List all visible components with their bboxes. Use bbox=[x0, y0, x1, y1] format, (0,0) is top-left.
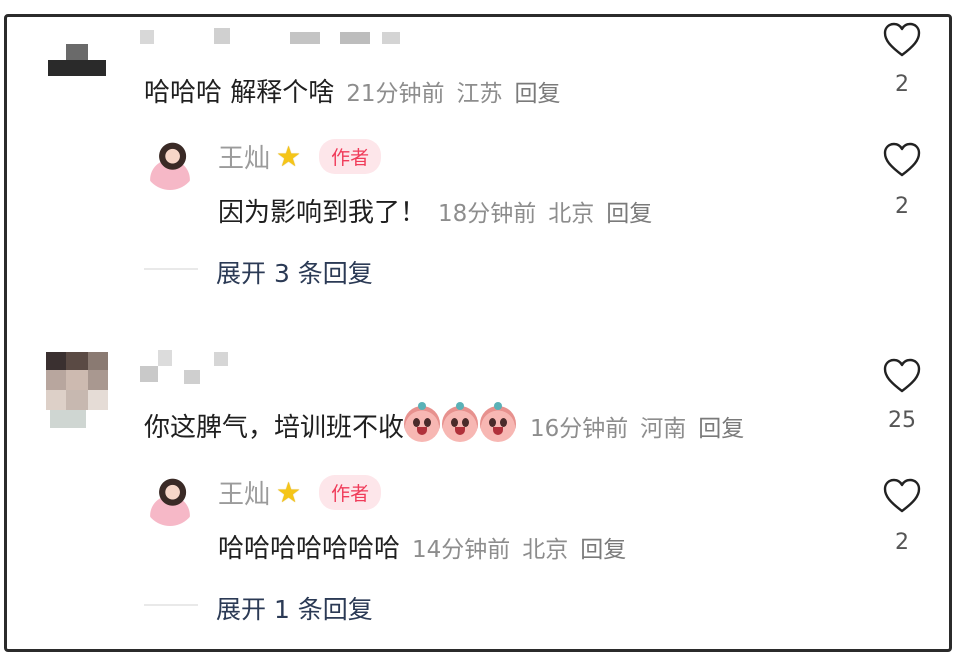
reply-header: 王灿 ★ 作者 bbox=[218, 474, 382, 511]
comment-2-row: 你这脾气，培训班不收 16分钟前 河南 回复 bbox=[144, 402, 744, 444]
avatar[interactable] bbox=[144, 474, 196, 526]
crying-pig-emoji bbox=[404, 402, 441, 442]
censored-avatar-2 bbox=[46, 352, 108, 430]
expand-replies-button[interactable]: 展开 1 条回复 bbox=[216, 590, 373, 626]
comment-text: 哈哈哈 解释个啥 bbox=[144, 78, 335, 108]
like-count: 25 bbox=[888, 408, 916, 433]
author-badge: 作者 bbox=[319, 475, 382, 510]
reply-row: 哈哈哈哈哈哈哈 14分钟前 北京 回复 bbox=[218, 528, 626, 565]
reply-button[interactable]: 回复 bbox=[515, 81, 561, 107]
author-name[interactable]: 王灿 bbox=[218, 474, 270, 511]
star-icon: ★ bbox=[276, 140, 302, 173]
like-count: 2 bbox=[895, 194, 909, 219]
divider bbox=[144, 604, 198, 606]
expand-replies-button[interactable]: 展开 3 条回复 bbox=[216, 254, 373, 290]
reply-time: 14分钟前 bbox=[412, 537, 511, 563]
reply-button[interactable]: 回复 bbox=[606, 201, 652, 227]
reply-location: 北京 bbox=[522, 537, 569, 563]
reply-location: 北京 bbox=[548, 201, 595, 227]
comment-1-row: 哈哈哈 解释个啥 21分钟前 江苏 回复 bbox=[144, 72, 561, 109]
comment-text: 你这脾气，培训班不收 bbox=[144, 413, 405, 443]
crying-pig-emoji bbox=[480, 402, 517, 442]
reply-button[interactable]: 回复 bbox=[580, 537, 626, 563]
heart-outline-icon[interactable] bbox=[882, 356, 922, 396]
author-name[interactable]: 王灿 bbox=[218, 138, 270, 175]
avatar[interactable] bbox=[144, 138, 196, 190]
reply-text: 哈哈哈哈哈哈哈 bbox=[218, 534, 401, 564]
comment-location: 江苏 bbox=[456, 81, 503, 107]
like-count: 2 bbox=[895, 530, 909, 555]
reply-header: 王灿 ★ 作者 bbox=[218, 138, 382, 175]
crying-pig-emoji bbox=[442, 402, 479, 442]
divider bbox=[144, 268, 198, 270]
heart-outline-icon[interactable] bbox=[882, 20, 922, 60]
comment-time: 16分钟前 bbox=[530, 416, 629, 442]
heart-outline-icon[interactable] bbox=[882, 140, 922, 180]
like-count: 2 bbox=[895, 72, 909, 97]
comment-location: 河南 bbox=[640, 416, 687, 442]
reply-text: 因为影响到我了！ bbox=[218, 198, 427, 228]
reply-time: 18分钟前 bbox=[438, 201, 537, 227]
star-icon: ★ bbox=[276, 476, 302, 509]
reply-row: 因为影响到我了！ 18分钟前 北京 回复 bbox=[218, 192, 652, 229]
author-badge: 作者 bbox=[319, 139, 382, 174]
comment-time: 21分钟前 bbox=[346, 81, 445, 107]
reply-button[interactable]: 回复 bbox=[698, 416, 744, 442]
heart-outline-icon[interactable] bbox=[882, 476, 922, 516]
